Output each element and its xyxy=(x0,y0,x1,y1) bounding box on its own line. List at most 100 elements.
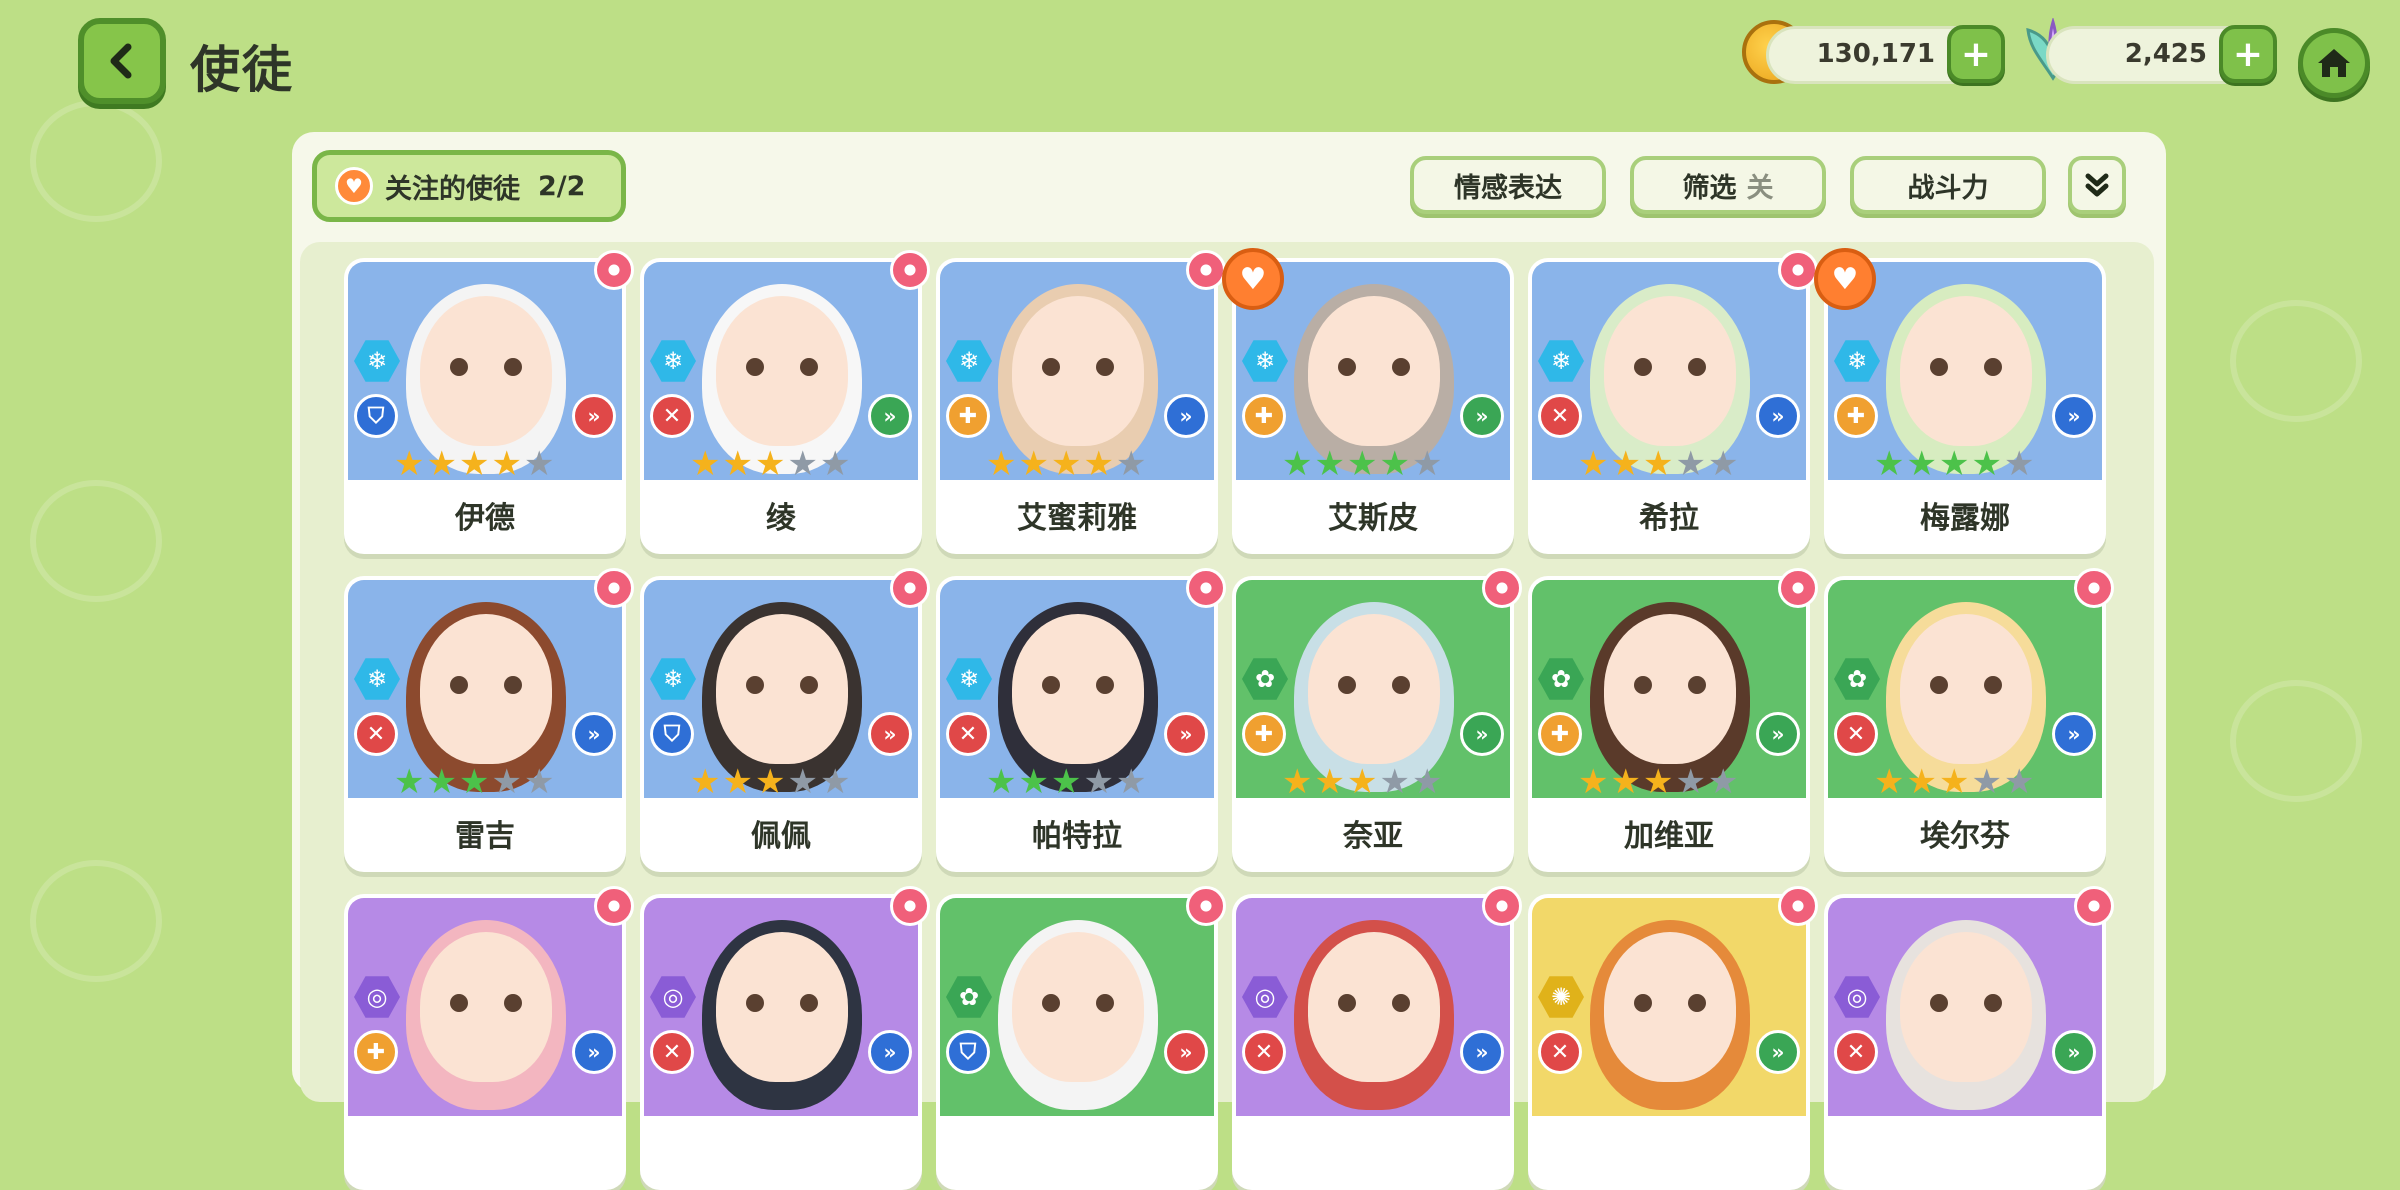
star-empty-icon: ★ xyxy=(1115,762,1147,802)
apostle-name: 绫 xyxy=(766,501,796,536)
apostle-eyes xyxy=(746,358,818,376)
flower-icon xyxy=(2074,886,2114,926)
star-filled-icon: ★ xyxy=(1938,444,1970,484)
star-empty-icon: ★ xyxy=(1411,762,1443,802)
apostle-eyes xyxy=(450,358,522,376)
apostle-eyes xyxy=(1338,676,1410,694)
attack-type-icon: » xyxy=(2052,1030,2096,1074)
apostle-name xyxy=(1824,1120,2106,1182)
star-rating: ★ ★ ★ ★ ★ xyxy=(1578,446,1768,482)
attack-type-icon: » xyxy=(1756,1030,1800,1074)
apostle-card[interactable]: ◎ ✕» xyxy=(1232,886,1522,1190)
star-filled-icon: ★ xyxy=(1018,762,1049,802)
apostle-name: 奈亚 xyxy=(1343,819,1403,854)
apostle-name xyxy=(1232,1120,1514,1182)
apostle-card[interactable]: ❄ ✚» ★ ★ ★ ★ ★ 梅露娜 ♥ xyxy=(1814,248,2106,554)
add-gem-button[interactable]: + xyxy=(2219,25,2277,83)
star-empty-icon: ★ xyxy=(1675,762,1706,802)
sword-role-icon: ✕ xyxy=(1834,712,1878,756)
apostle-card[interactable]: ✺ ✕» xyxy=(1528,886,1818,1190)
star-rating: ★ ★ ★ ★ ★ xyxy=(690,446,880,482)
star-filled-icon: ★ xyxy=(722,444,753,484)
star-filled-icon: ★ xyxy=(1018,444,1049,484)
apostle-card[interactable]: ✿ ✕» ★ ★ ★ ★ ★ 埃尔芬 xyxy=(1824,568,2114,872)
apostle-eyes xyxy=(1930,358,2002,376)
apostle-card[interactable]: ✿ ✚» ★ ★ ★ ★ ★ 奈亚 xyxy=(1232,568,1522,872)
apostle-name: 艾蜜莉雅 xyxy=(1017,501,1137,536)
apostle-card[interactable]: ❄ ✚» ★ ★ ★ ★ ★ 艾斯皮 ♥ xyxy=(1222,248,1514,554)
apostle-eyes xyxy=(450,676,522,694)
apostle-eyes xyxy=(450,994,522,1012)
apostle-eyes xyxy=(746,994,818,1012)
apostle-card[interactable]: ◎ ✕» xyxy=(640,886,930,1190)
apostle-name: 加维亚 xyxy=(1624,819,1714,854)
plus-icon: + xyxy=(1960,33,1992,75)
apostle-name xyxy=(936,1120,1218,1182)
apostle-card[interactable]: ❄ ✕» ★ ★ ★ ★ ★ 希拉 xyxy=(1528,250,1818,554)
gem-counter: 2,425 + xyxy=(2046,25,2277,84)
filter-label: 筛选 xyxy=(1682,172,1737,204)
star-filled-icon: ★ xyxy=(1642,444,1674,484)
apostle-card[interactable]: ✿ ✚» ★ ★ ★ ★ ★ 加维亚 xyxy=(1528,568,1818,872)
back-button[interactable] xyxy=(78,18,166,104)
apostle-card[interactable]: ❄ ✚» ★ ★ ★ ★ ★ 艾蜜莉雅 xyxy=(936,250,1226,554)
star-rating: ★ ★ ★ ★ ★ xyxy=(1578,764,1768,800)
flower-icon xyxy=(1778,568,1818,608)
flower-icon xyxy=(1778,886,1818,926)
flower-icon xyxy=(1778,250,1818,290)
attack-type-icon: » xyxy=(1460,394,1504,438)
apostle-card[interactable]: ❄ ⛉» ★ ★ ★ ★ ★ 伊德 xyxy=(344,250,634,554)
attack-type-icon: » xyxy=(572,712,616,756)
star-filled-icon: ★ xyxy=(1938,762,1970,802)
apostle-card[interactable]: ❄ ✕» ★ ★ ★ ★ ★ 绫 xyxy=(640,250,930,554)
star-empty-icon: ★ xyxy=(819,444,851,484)
apostle-name: 帕特拉 xyxy=(1032,819,1122,854)
bg-doodle xyxy=(2230,680,2362,802)
star-rating: ★ ★ ★ ★ ★ xyxy=(1874,446,2064,482)
star-filled-icon: ★ xyxy=(1578,762,1609,802)
attack-type-icon: » xyxy=(1164,1030,1208,1074)
apostle-card[interactable]: ❄ ⛉» ★ ★ ★ ★ ★ 佩佩 xyxy=(640,568,930,872)
apostle-name: 埃尔芬 xyxy=(1920,819,2010,854)
apostle-card[interactable]: ◎ ✚» xyxy=(344,886,634,1190)
flower-icon xyxy=(1186,250,1226,290)
star-empty-icon: ★ xyxy=(1971,762,2002,802)
heal-role-icon: ✚ xyxy=(354,1030,398,1074)
star-filled-icon: ★ xyxy=(394,444,425,484)
star-filled-icon: ★ xyxy=(1874,762,1905,802)
star-filled-icon: ★ xyxy=(491,444,522,484)
apostle-card[interactable]: ✿ ⛉» xyxy=(936,886,1226,1190)
add-gold-button[interactable]: + xyxy=(1947,25,2005,83)
followed-heart-icon[interactable]: ♥ xyxy=(1222,248,1284,310)
star-rating: ★ ★ ★ ★ ★ xyxy=(394,764,584,800)
heal-role-icon: ✚ xyxy=(1242,394,1286,438)
sort-power-button[interactable]: 战斗力 xyxy=(1850,156,2046,214)
star-filled-icon: ★ xyxy=(722,762,753,802)
flower-icon xyxy=(1186,568,1226,608)
filter-button[interactable]: 筛选 关 xyxy=(1630,156,1826,214)
home-button[interactable] xyxy=(2298,28,2370,98)
followed-heart-icon[interactable]: ♥ xyxy=(1814,248,1876,310)
apostle-card[interactable]: ◎ ✕» xyxy=(1824,886,2114,1190)
expand-button[interactable] xyxy=(2068,156,2126,214)
sort-label: 战斗力 xyxy=(1907,172,1989,204)
sword-role-icon: ✕ xyxy=(1834,1030,1878,1074)
star-empty-icon: ★ xyxy=(1379,762,1410,802)
star-empty-icon: ★ xyxy=(1707,444,1739,484)
followed-apostles-toggle[interactable]: ♥ 关注的使徒 2/2 xyxy=(312,150,626,222)
apostle-card[interactable]: ❄ ✕» ★ ★ ★ ★ ★ 帕特拉 xyxy=(936,568,1226,872)
emotion-button[interactable]: 情感表达 xyxy=(1410,156,1606,214)
apostle-name xyxy=(1528,1120,1810,1182)
attack-type-icon: » xyxy=(868,712,912,756)
apostle-name: 伊德 xyxy=(455,501,515,536)
shield-role-icon: ⛉ xyxy=(354,394,398,438)
apostle-card[interactable]: ❄ ✕» ★ ★ ★ ★ ★ 雷吉 xyxy=(344,568,634,872)
star-empty-icon: ★ xyxy=(1083,762,1114,802)
attack-type-icon: » xyxy=(2052,712,2096,756)
star-empty-icon: ★ xyxy=(491,762,522,802)
apostle-eyes xyxy=(1338,994,1410,1012)
plus-icon: + xyxy=(2232,33,2264,75)
star-filled-icon: ★ xyxy=(1282,444,1313,484)
apostle-name: 希拉 xyxy=(1639,501,1699,536)
attack-type-icon: » xyxy=(572,394,616,438)
